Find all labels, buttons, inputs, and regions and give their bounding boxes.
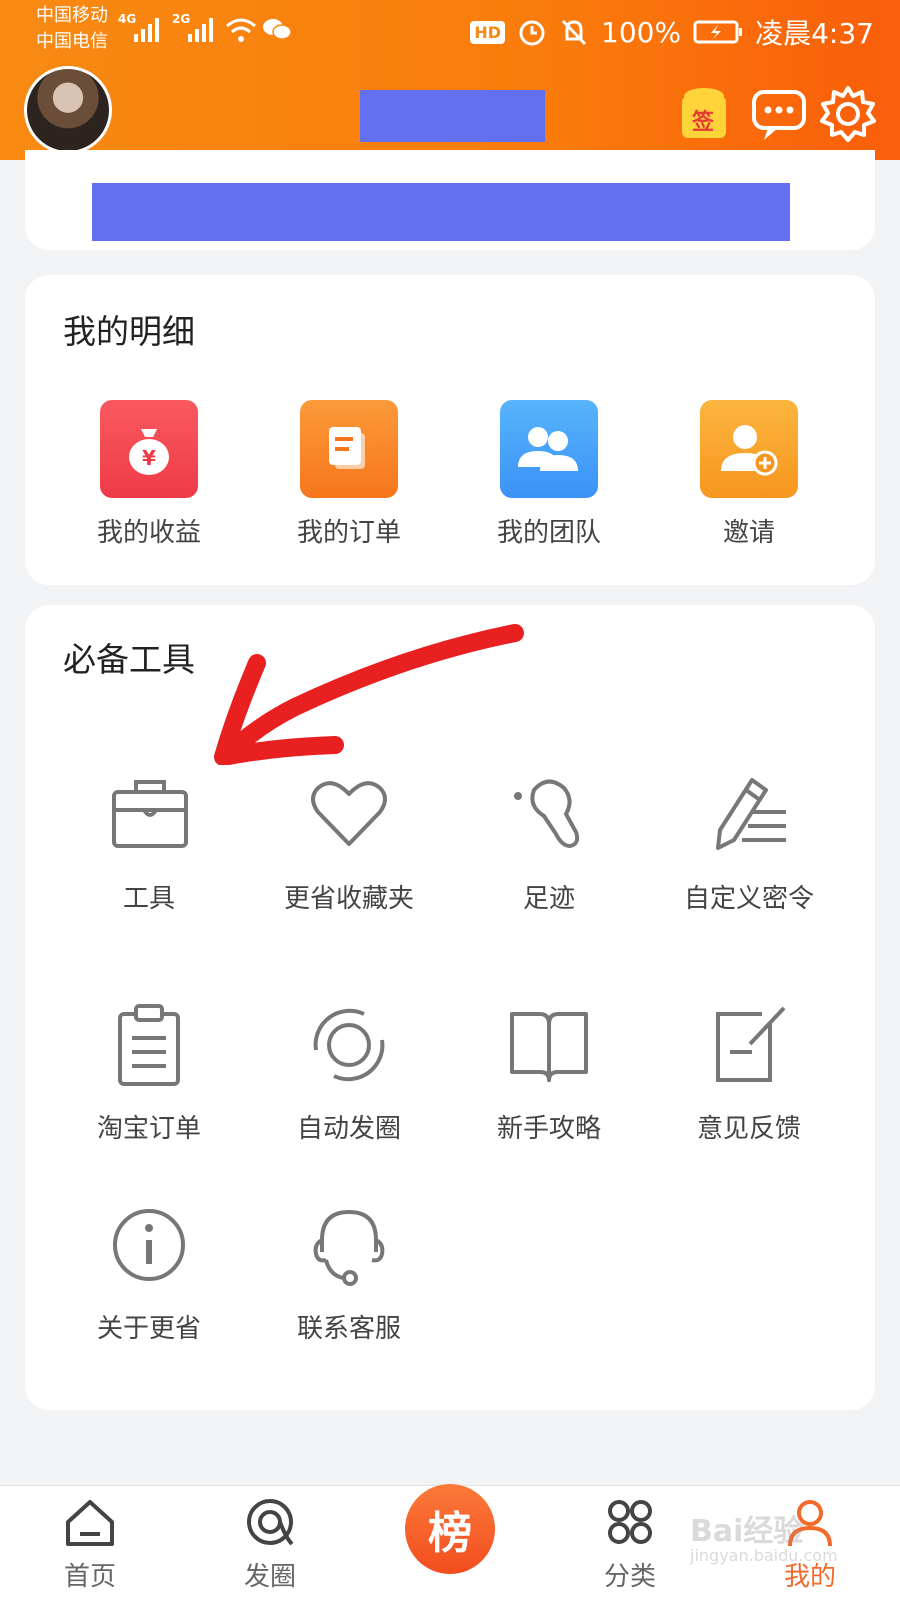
sync-circle-icon — [313, 1008, 385, 1082]
tool-item-label: 联系客服 — [296, 1314, 401, 1344]
avatar[interactable] — [24, 66, 112, 154]
alarm-icon — [519, 20, 545, 46]
details-title: 我的明细 — [63, 312, 195, 351]
nav-label: 首页 — [63, 1562, 116, 1592]
home-icon — [66, 1500, 114, 1546]
tool-item-auto-post[interactable]: 自动发圈 — [249, 1000, 449, 1145]
nav-ranking[interactable]: 榜 — [405, 1484, 495, 1574]
sign-in-label: 签 — [692, 110, 715, 135]
nav-moments[interactable]: 发圈 — [210, 1498, 330, 1593]
tool-item-customer-service[interactable]: 联系客服 — [249, 1200, 449, 1345]
app-header: 中国移动 中国电信 4G 2G HD 100% 凌晨4:37 签 — [0, 0, 900, 160]
tool-item-label: 新手攻略 — [496, 1114, 601, 1144]
wechat-icon — [263, 19, 292, 40]
bottom-nav: 首页 发圈 榜 分类 我的 Bai经验 jingyan.baidu.com — [0, 1484, 900, 1601]
wifi-icon — [226, 18, 256, 42]
heart-icon — [311, 781, 387, 846]
tool-item-label: 淘宝订单 — [96, 1114, 201, 1144]
tool-item-label: 工具 — [122, 884, 175, 914]
tool-item-about[interactable]: 关于更省 — [49, 1200, 249, 1345]
tool-item-footprint[interactable]: 足迹 — [449, 770, 649, 915]
tools-card: 必备工具 工具 更省收藏夹 足迹 自定义密令 淘宝订单 自动发圈 新手攻略 意见… — [25, 605, 875, 1410]
info-icon — [113, 1209, 185, 1281]
tool-item-taobao-orders[interactable]: 淘宝订单 — [49, 1000, 249, 1145]
my-details-card: 我的明细 ¥ 我的收益 我的订单 我的团队 邀请 — [25, 275, 875, 585]
toolbox-icon — [112, 780, 188, 848]
battery-percent: 100% — [601, 15, 682, 49]
tool-item-feedback[interactable]: 意见反馈 — [649, 1000, 849, 1145]
watermark-logo: Bai经验 — [690, 1514, 804, 1549]
details-item-orders[interactable]: 我的订单 — [249, 400, 449, 549]
sign-in-button[interactable]: 签 — [674, 84, 734, 144]
hd-badge: HD — [470, 20, 506, 44]
tool-item-label: 关于更省 — [96, 1314, 201, 1344]
watermark-url: jingyan.baidu.com — [690, 1546, 838, 1565]
tools-title: 必备工具 — [63, 640, 195, 679]
category-icon — [608, 1500, 652, 1544]
nav-label: 发圈 — [243, 1562, 296, 1592]
battery-icon — [693, 20, 743, 44]
tool-item-custom-code[interactable]: 自定义密令 — [649, 770, 849, 915]
tool-item-beginner-guide[interactable]: 新手攻略 — [449, 1000, 649, 1145]
carrier-1: 中国移动 — [36, 5, 108, 26]
money-bag-icon: ¥ — [100, 400, 198, 498]
details-item-label: 我的团队 — [496, 518, 601, 548]
details-item-invite[interactable]: 邀请 — [649, 400, 849, 549]
details-item-earnings[interactable]: ¥ 我的收益 — [49, 400, 249, 549]
nav-home[interactable]: 首页 — [30, 1498, 150, 1593]
ranking-icon: 榜 — [428, 1508, 472, 1559]
tool-item-label: 足迹 — [522, 884, 575, 914]
clipboard-icon — [118, 1004, 180, 1086]
headset-icon — [313, 1209, 385, 1286]
tool-item-label: 自动发圈 — [296, 1114, 401, 1144]
details-item-label: 邀请 — [722, 518, 775, 548]
feedback-icon — [716, 1006, 786, 1082]
nav-label: 分类 — [603, 1562, 656, 1592]
signal-icon — [134, 18, 159, 42]
nav-category[interactable]: 分类 — [570, 1498, 690, 1593]
pen-icon — [716, 778, 786, 850]
details-item-label: 我的订单 — [296, 518, 401, 548]
footprint-icon — [514, 779, 580, 849]
mute-bell-icon — [561, 19, 587, 46]
signal-icon-2 — [188, 18, 213, 42]
settings-gear-icon[interactable] — [818, 84, 878, 144]
invite-icon — [700, 400, 798, 498]
orders-icon — [300, 400, 398, 498]
book-icon — [510, 1012, 588, 1082]
summary-card — [25, 150, 875, 250]
tool-item-toolbox[interactable]: 工具 — [49, 770, 249, 915]
details-item-team[interactable]: 我的团队 — [449, 400, 649, 549]
message-icon[interactable] — [750, 84, 810, 144]
clock: 凌晨4:37 — [755, 17, 874, 50]
status-bar-right: HD 100% 凌晨4:37 — [470, 12, 874, 52]
tool-item-favorites[interactable]: 更省收藏夹 — [249, 770, 449, 915]
moments-icon — [247, 1499, 294, 1546]
annotation-arrow — [214, 624, 524, 765]
team-icon — [500, 400, 598, 498]
tool-item-label: 更省收藏夹 — [283, 884, 414, 914]
details-item-label: 我的收益 — [96, 518, 201, 548]
username-redacted — [360, 90, 545, 142]
redacted-banner — [92, 183, 790, 241]
svg-text:¥: ¥ — [142, 446, 156, 470]
tool-item-label: 意见反馈 — [696, 1114, 801, 1144]
carrier-2: 中国电信 — [36, 31, 108, 52]
tool-item-label: 自定义密令 — [683, 884, 814, 914]
